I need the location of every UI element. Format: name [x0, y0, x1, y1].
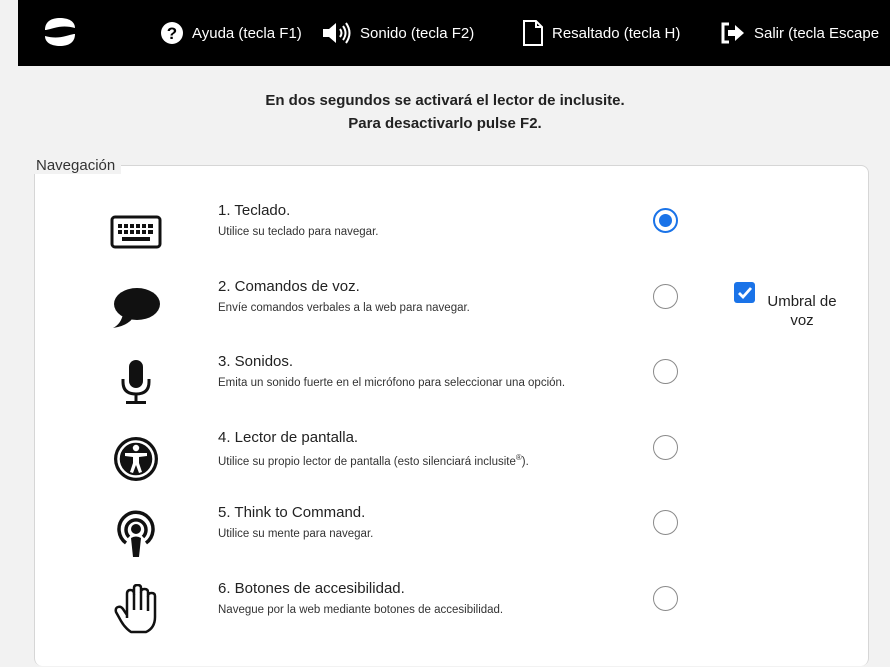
svg-text:?: ? — [167, 24, 177, 43]
option-sounds[interactable]: 3. Sonidos. Emita un sonido fuerte en el… — [34, 353, 867, 423]
help-label: Ayuda (tecla F1) — [192, 24, 302, 42]
option-keyboard[interactable]: 1. Teclado. Utilice su teclado para nave… — [34, 202, 867, 272]
option-accessibility-buttons[interactable]: 6. Botones de accesibilidad. Navegue por… — [34, 580, 867, 650]
sound-button[interactable]: Sonido (tecla F2) — [322, 0, 474, 66]
inclusite-logo-icon — [44, 17, 76, 52]
option-title: 6. Botones de accesibilidad. — [218, 580, 405, 597]
option-think-to-command[interactable]: 5. Think to Command. Utilice su mente pa… — [34, 504, 867, 574]
activation-message: En dos segundos se activará el lector de… — [0, 89, 890, 135]
option-description: Utilice su mente para navegar. — [218, 528, 374, 540]
accessibility-icon — [106, 429, 166, 489]
top-toolbar: ? Ayuda (tecla F1) Sonido (tecla F2) Res… — [18, 0, 890, 66]
microphone-icon — [106, 353, 166, 413]
option-description: Emita un sonido fuerte en el micrófono p… — [218, 377, 566, 389]
speaker-icon — [322, 21, 352, 45]
option-description: Envíe comandos verbales a la web para na… — [218, 302, 470, 314]
option-radio-think-to-command[interactable] — [653, 510, 678, 535]
highlight-label: Resaltado (tecla H) — [552, 24, 681, 42]
option-title: 5. Think to Command. — [218, 504, 366, 521]
exit-label: Salir (tecla Escape — [754, 24, 880, 42]
help-circle-icon: ? — [160, 21, 184, 45]
option-radio-voice-commands[interactable] — [653, 284, 678, 309]
option-description: Utilice su propio lector de pantalla (es… — [218, 453, 529, 468]
navigation-legend: Navegación — [32, 157, 122, 174]
message-line-2: Para desactivarlo pulse F2. — [348, 115, 542, 132]
option-title: 2. Comandos de voz. — [218, 278, 360, 295]
checkbox-checked-icon[interactable] — [734, 282, 755, 303]
speech-bubble-icon — [106, 278, 166, 338]
voice-threshold-label: Umbral de voz — [767, 293, 837, 329]
document-icon — [522, 19, 544, 47]
option-screen-reader[interactable]: 4. Lector de pantalla. Utilice su propio… — [34, 429, 867, 499]
description-text: Utilice su propio lector de pantalla (es… — [218, 455, 516, 468]
option-radio-accessibility-buttons[interactable] — [653, 586, 678, 611]
option-title: 4. Lector de pantalla. — [218, 429, 359, 446]
exit-arrow-icon — [720, 21, 746, 45]
option-radio-keyboard[interactable] — [653, 208, 678, 233]
exit-button[interactable]: Salir (tecla Escape — [720, 0, 879, 66]
podcast-icon — [106, 504, 166, 564]
sound-label: Sonido (tecla F2) — [360, 24, 475, 42]
option-title: 1. Teclado. — [218, 202, 291, 219]
hand-icon — [106, 580, 166, 640]
help-button[interactable]: ? Ayuda (tecla F1) — [160, 0, 302, 66]
message-line-1: En dos segundos se activará el lector de… — [265, 92, 625, 109]
option-description: Navegue por la web mediante botones de a… — [218, 604, 504, 616]
keyboard-icon — [106, 202, 166, 262]
option-radio-screen-reader[interactable] — [653, 435, 678, 460]
voice-threshold-checkbox[interactable]: Umbral de voz — [734, 282, 844, 342]
option-radio-sounds[interactable] — [653, 359, 678, 384]
option-description: Utilice su teclado para navegar. — [218, 226, 379, 238]
option-title: 3. Sonidos. — [218, 353, 294, 370]
highlight-button[interactable]: Resaltado (tecla H) — [522, 0, 680, 66]
description-end: ). — [521, 455, 529, 468]
